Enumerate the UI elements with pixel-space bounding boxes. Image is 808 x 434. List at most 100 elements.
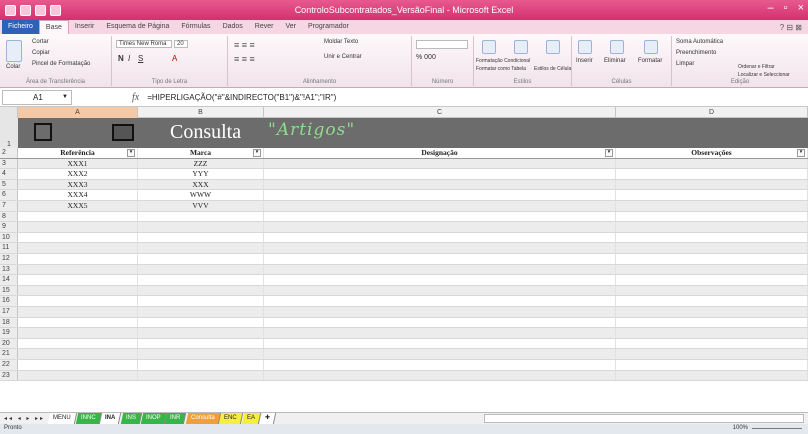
font-size-select[interactable]: 20 (174, 40, 188, 48)
cell-observacoes[interactable] (616, 222, 808, 232)
cell-referencia[interactable] (18, 264, 138, 275)
paste-icon[interactable] (6, 40, 22, 62)
cell-observacoes[interactable] (616, 317, 808, 328)
cell-designacao[interactable] (264, 360, 616, 370)
tab-data[interactable]: Dados (217, 20, 249, 34)
cell-designacao[interactable] (264, 275, 616, 285)
column-header-d[interactable]: D (616, 107, 808, 118)
format-table-icon[interactable] (514, 40, 528, 54)
cell-referencia[interactable] (18, 232, 138, 243)
filter-dropdown-icon[interactable]: ▾ (127, 149, 135, 157)
row-number[interactable]: 15 (0, 285, 18, 296)
cell-marca[interactable] (138, 243, 264, 253)
cell-designacao[interactable] (264, 307, 616, 317)
cell-referencia[interactable] (18, 222, 138, 232)
merge-center-button[interactable]: Unir e Centrar (324, 54, 362, 60)
cell-referencia[interactable] (18, 275, 138, 285)
copy-button[interactable]: Copiar (32, 50, 50, 56)
align-icons-2[interactable]: ≡ ≡ ≡ (234, 54, 255, 64)
tab-file[interactable]: Ficheiro (2, 20, 39, 34)
column-header-a[interactable]: A (18, 107, 138, 118)
row-number[interactable]: 4 (0, 169, 18, 179)
sheet-tab-ina[interactable]: INA (100, 413, 122, 424)
cell-referencia[interactable] (18, 285, 138, 296)
cell-observacoes[interactable] (616, 370, 808, 381)
cell-marca[interactable] (138, 307, 264, 317)
format-button[interactable]: Formatar (638, 58, 662, 64)
cell-marca[interactable] (138, 328, 264, 338)
cell-referencia[interactable] (18, 307, 138, 317)
column-header-b[interactable]: B (138, 107, 264, 118)
cell-styles-icon[interactable] (546, 40, 560, 54)
cell-marca[interactable] (138, 296, 264, 306)
column-header-c[interactable]: C (264, 107, 616, 118)
new-sheet-icon[interactable]: ✚ (260, 413, 277, 424)
cell-designacao[interactable] (264, 317, 616, 328)
row-number[interactable]: 18 (0, 317, 18, 328)
cell-observacoes[interactable] (616, 179, 808, 190)
horizontal-scrollbar[interactable] (484, 414, 804, 423)
cell-marca[interactable] (138, 232, 264, 243)
cell-marca[interactable] (138, 338, 264, 349)
cell-observacoes[interactable] (616, 328, 808, 338)
cell-referencia[interactable]: XXX3 (18, 179, 138, 190)
cell-referencia[interactable]: XXX5 (18, 201, 138, 211)
align-icons[interactable]: ≡ ≡ ≡ (234, 40, 255, 50)
cell-observacoes[interactable] (616, 169, 808, 179)
bold-button[interactable]: N (118, 54, 124, 63)
cell-marca[interactable] (138, 211, 264, 222)
name-box[interactable]: A1 ▼ (2, 90, 72, 105)
cell-marca[interactable]: ZZZ (138, 158, 264, 169)
row-number[interactable]: 17 (0, 307, 18, 317)
row-number[interactable]: 2 (0, 148, 18, 158)
insert-icon[interactable] (578, 40, 592, 54)
cell-referencia[interactable] (18, 370, 138, 381)
cell-observacoes[interactable] (616, 190, 808, 200)
sheet-tab-inop[interactable]: INOP (140, 413, 167, 424)
sheet-tab-menu[interactable]: MENU (47, 413, 77, 424)
cell-referencia[interactable] (18, 211, 138, 222)
select-all-corner[interactable] (0, 107, 18, 118)
underline-button[interactable]: S (138, 54, 143, 63)
cell-designacao[interactable] (264, 328, 616, 338)
row-number[interactable]: 13 (0, 264, 18, 275)
cell-marca[interactable] (138, 264, 264, 275)
cell-observacoes[interactable] (616, 264, 808, 275)
cell-observacoes[interactable] (616, 338, 808, 349)
cell-marca[interactable] (138, 360, 264, 370)
header-marca[interactable]: Marca ▾ (138, 148, 264, 158)
cell-referencia[interactable] (18, 349, 138, 359)
minimize-icon[interactable]: – (768, 2, 774, 14)
cell-designacao[interactable] (264, 201, 616, 211)
cell-designacao[interactable] (264, 370, 616, 381)
row-number[interactable]: 21 (0, 349, 18, 359)
home-icon[interactable] (34, 123, 52, 141)
cell-referencia[interactable]: XXX2 (18, 169, 138, 179)
filter-dropdown-icon[interactable]: ▾ (253, 149, 261, 157)
cell-marca[interactable] (138, 275, 264, 285)
tab-developer[interactable]: Programador (302, 20, 355, 34)
sheet-tab-innc[interactable]: INNC (75, 413, 102, 424)
row-number[interactable]: 11 (0, 243, 18, 253)
cell-designacao[interactable] (264, 169, 616, 179)
number-format-select[interactable] (416, 40, 468, 49)
percent-icon[interactable]: % 000 (416, 54, 436, 61)
cell-marca[interactable] (138, 222, 264, 232)
cell-marca[interactable] (138, 317, 264, 328)
cell-referencia[interactable] (18, 317, 138, 328)
header-referencia[interactable]: Referência ▾ (18, 148, 138, 158)
format-icon[interactable] (644, 40, 658, 54)
paste-button[interactable]: Colar (6, 64, 20, 70)
cell-marca[interactable] (138, 370, 264, 381)
cell-observacoes[interactable] (616, 201, 808, 211)
cell-designacao[interactable] (264, 264, 616, 275)
format-table-button[interactable]: Formatar como Tabela (476, 66, 526, 72)
fx-icon[interactable]: fx (132, 92, 139, 103)
cell-observacoes[interactable] (616, 285, 808, 296)
italic-button[interactable]: I (128, 54, 130, 63)
font-color-button[interactable]: A (172, 54, 177, 63)
cell-marca[interactable]: XXX (138, 179, 264, 190)
cell-observacoes[interactable] (616, 307, 808, 317)
cell-observacoes[interactable] (616, 296, 808, 306)
row-number[interactable]: 12 (0, 254, 18, 264)
